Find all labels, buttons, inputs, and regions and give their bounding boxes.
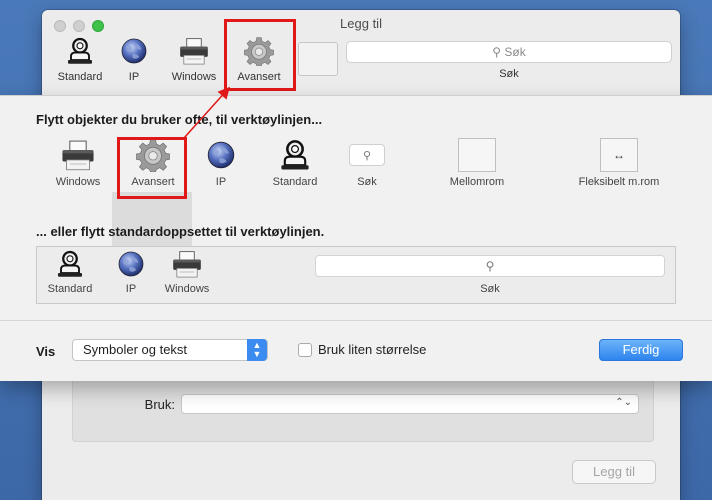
updown-chevron-icon: ▲ ▼ (247, 339, 267, 361)
customize-toolbar-sheet: Flytt objekter du bruker ofte, til verkt… (0, 95, 712, 381)
globe-icon (116, 249, 146, 279)
show-label: Vis (36, 344, 56, 359)
palette-item-label: Søk (357, 176, 377, 188)
default-item-label: Standard (47, 283, 93, 295)
default-item-label: IP (125, 283, 137, 295)
small-size-option[interactable]: Bruk liten størrelse (298, 342, 426, 357)
sheet-divider (0, 320, 712, 321)
printer-icon (178, 36, 210, 66)
toolbar-advanced-highlight (224, 19, 296, 91)
toolbar-search-placeholder: Søk (504, 45, 526, 59)
toolbar-standard-label: Standard (57, 71, 103, 83)
show-select-value: Symboler og tekst (83, 342, 188, 357)
palette-item-label: IP (215, 176, 227, 188)
palette-item-label: Fleksibelt m.rom (578, 176, 660, 188)
default-toolbar-set[interactable]: Standard IP Windows ⚲ Søk (36, 246, 676, 304)
use-select[interactable]: ⌃⌄ (181, 394, 639, 414)
updown-chevron-icon: ⌃⌄ (615, 397, 632, 408)
search-icon: ⚲ (492, 45, 502, 59)
palette-item-space[interactable]: Mellomrom (440, 136, 514, 188)
printer-icon (171, 249, 203, 279)
toolbar-drop-target (298, 42, 338, 76)
search-icon: ⚲ (485, 259, 495, 273)
toolbar-ip-button[interactable]: IP (106, 36, 162, 83)
palette-item-label: Standard (272, 176, 318, 188)
toolbar-windows-button[interactable]: Windows (166, 36, 222, 83)
done-button[interactable]: Ferdig (599, 339, 683, 361)
palette-item-flexible-space[interactable]: ↔ Fleksibelt m.rom (566, 136, 672, 188)
default-search-label: Søk (480, 283, 500, 295)
palette-advanced-highlight (117, 137, 187, 199)
window-title: Legg til (340, 16, 382, 31)
use-row: Bruk: ⌃⌄ (73, 394, 639, 414)
small-size-label: Bruk liten størrelse (318, 342, 427, 357)
standard-icon (65, 36, 95, 66)
use-label: Bruk: (144, 396, 175, 412)
toolbar-windows-label: Windows (171, 71, 217, 83)
palette-item-standard[interactable]: Standard (262, 136, 328, 188)
palette-item-search[interactable]: ⚲ Søk (344, 136, 390, 188)
palette-item-label: Windows (55, 176, 101, 188)
add-button[interactable]: Legg til (572, 460, 656, 484)
palette-item-ip[interactable]: IP (200, 136, 242, 188)
default-item-windows: Windows (157, 249, 217, 295)
sheet-heading: Flytt objekter du bruker ofte, til verkt… (36, 112, 323, 127)
default-item-label: Windows (164, 283, 210, 295)
default-item-standard: Standard (45, 249, 95, 295)
standard-icon (278, 138, 312, 172)
globe-icon (205, 139, 237, 171)
palette-item-label: Mellomrom (449, 176, 505, 188)
space-icon (458, 138, 496, 172)
standard-icon (55, 249, 85, 279)
show-select[interactable]: Symboler og tekst ▲ ▼ (72, 339, 268, 361)
toolbar-ip-label: IP (128, 71, 140, 83)
default-set-heading: ... eller flytt standardoppsettet til ve… (36, 224, 325, 239)
toolbar-search-label: Søk (499, 68, 519, 80)
default-item-ip: IP (111, 249, 151, 295)
small-size-checkbox[interactable] (298, 342, 312, 357)
palette-item-windows[interactable]: Windows (46, 136, 110, 188)
search-icon: ⚲ (362, 149, 372, 162)
drag-ghost (112, 192, 192, 250)
default-search-field: ⚲ (315, 255, 665, 277)
flexible-space-icon: ↔ (600, 138, 638, 172)
toolbar-search-input[interactable]: ⚲ Søk (346, 41, 672, 63)
globe-icon (119, 36, 149, 66)
toolbar-standard-button[interactable]: Standard (52, 36, 108, 83)
printer-icon (60, 138, 96, 172)
